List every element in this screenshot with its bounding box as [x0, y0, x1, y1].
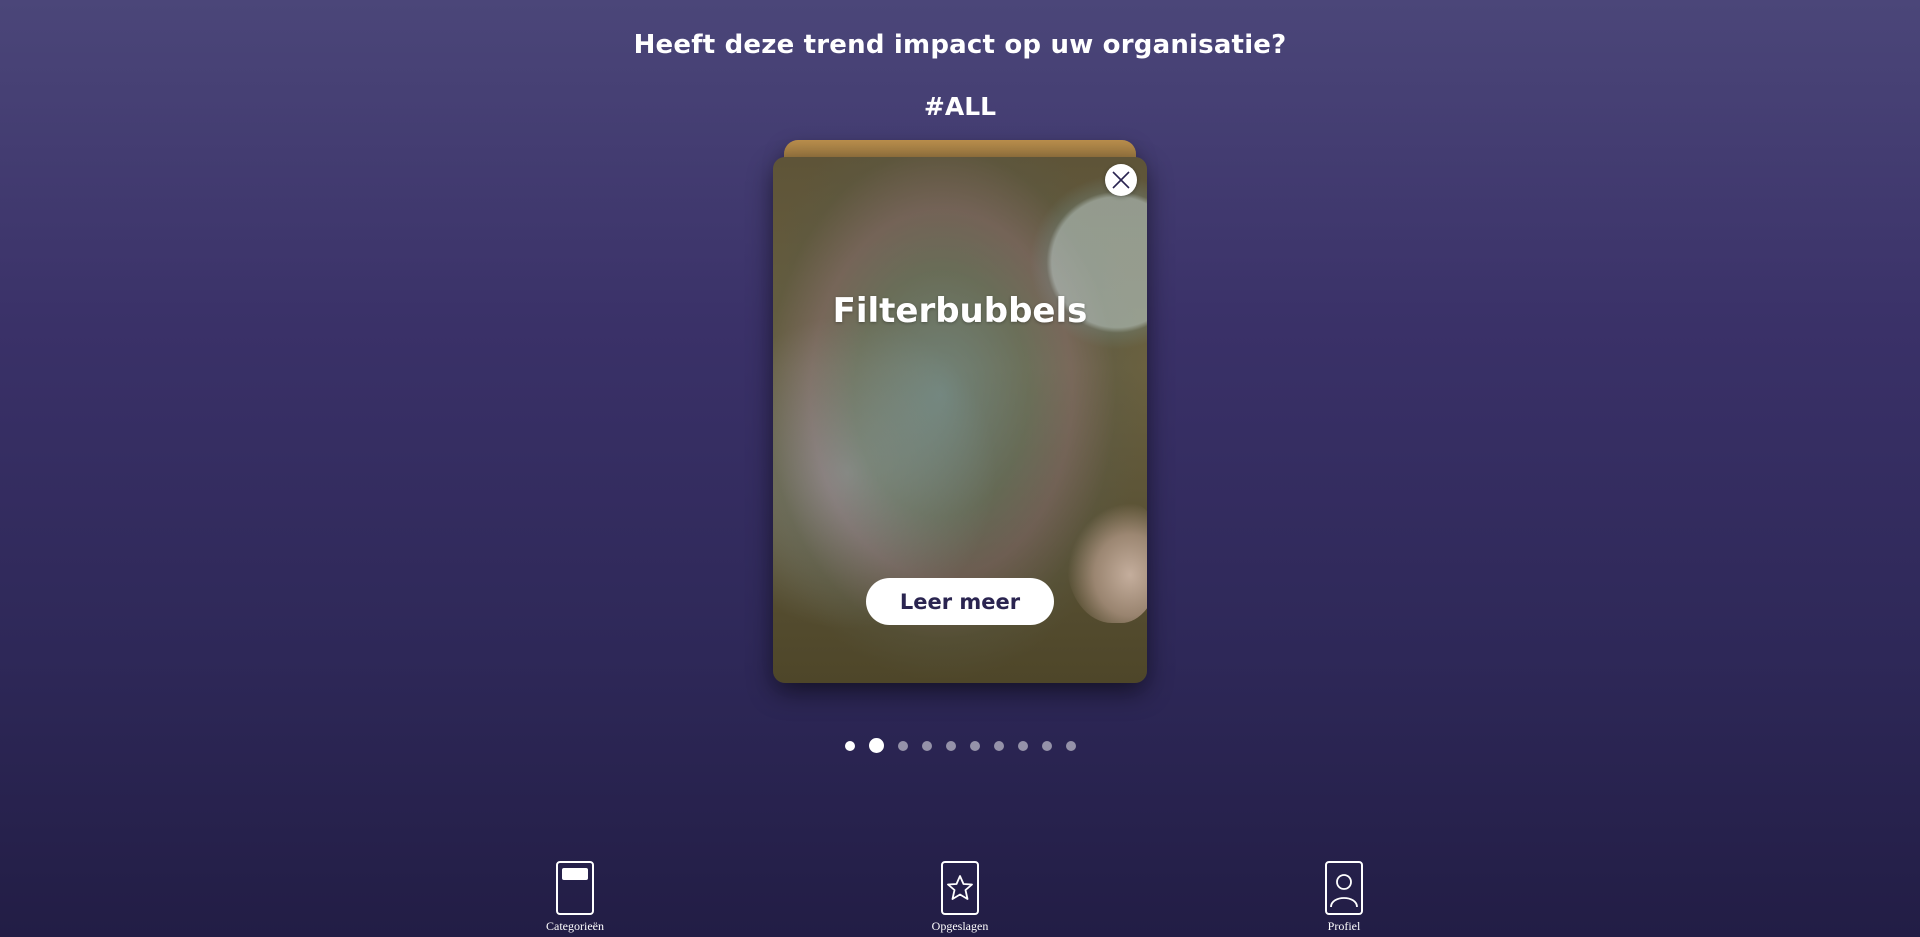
- nav-item-saved[interactable]: Opgeslagen: [900, 861, 1020, 934]
- question-heading: Heeft deze trend impact op uw organisati…: [633, 30, 1287, 60]
- nav-label-categories: Categorieën: [546, 919, 604, 933]
- categories-icon: [556, 861, 594, 915]
- card-image-hand: [1067, 503, 1147, 623]
- page-dot-2[interactable]: [868, 738, 884, 753]
- pagination-dots: [0, 738, 1920, 753]
- page-dot-1[interactable]: [844, 740, 855, 751]
- card-title: Filterbubbels: [832, 291, 1088, 331]
- nav-item-profile[interactable]: Profiel: [1284, 861, 1404, 934]
- page-dot-4[interactable]: [921, 740, 932, 751]
- category-hashtag: #ALL: [923, 92, 997, 121]
- learn-more-button[interactable]: Leer meer: [866, 578, 1054, 625]
- close-button[interactable]: [1105, 164, 1137, 196]
- bottom-nav: Categorieën Opgeslagen Profiel: [0, 861, 1920, 937]
- page-dot-3[interactable]: [897, 740, 908, 751]
- page-dot-10[interactable]: [1065, 740, 1076, 751]
- star-icon: [941, 861, 979, 915]
- nav-label-saved: Opgeslagen: [931, 919, 989, 933]
- close-icon: [1112, 171, 1130, 189]
- page-dot-9[interactable]: [1041, 740, 1052, 751]
- page-dot-7[interactable]: [993, 740, 1004, 751]
- nav-label-profile: Profiel: [1327, 919, 1361, 933]
- page-dot-6[interactable]: [969, 740, 980, 751]
- nav-item-categories[interactable]: Categorieën: [515, 861, 635, 934]
- trend-card[interactable]: Filterbubbels Leer meer: [773, 157, 1147, 683]
- page-dot-5[interactable]: [945, 740, 956, 751]
- page-dot-8[interactable]: [1017, 740, 1028, 751]
- profile-icon: [1325, 861, 1363, 915]
